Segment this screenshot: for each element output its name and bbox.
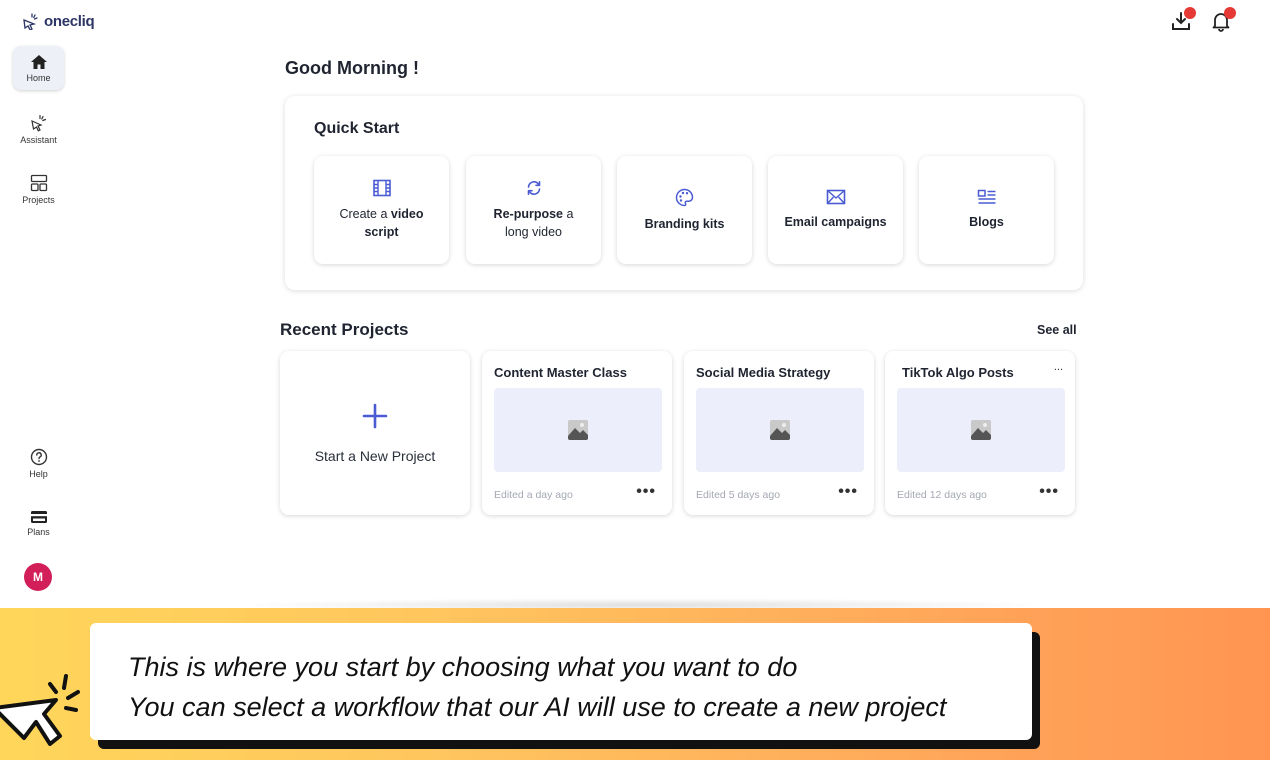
sidebar-item-plans[interactable]: Plans [13,501,64,545]
quick-start-label: Email campaigns [784,215,887,229]
start-new-project-button[interactable]: Start a New Project [280,351,470,515]
sidebar: Home Assistant Projects Help Plans M [0,0,78,608]
section-title: Recent Projects [280,320,409,339]
quick-start-repurpose-video[interactable]: Re-purpose a long video [466,156,601,264]
sidebar-item-label: Home [26,72,51,83]
more-options-icon[interactable]: ••• [636,483,656,501]
quick-start-email-campaigns[interactable]: Email campaigns [768,156,903,264]
project-name: Social Media Strategy [696,365,831,380]
see-all-link[interactable]: See all [1037,323,1077,337]
sparkle-cursor-icon [30,114,46,132]
image-placeholder-icon [770,420,790,440]
section-title: Quick Start [314,120,400,137]
notification-badge [1184,7,1196,19]
quick-start-label: Re-purpose a long video [493,207,574,239]
project-name: Content Master Class [494,365,627,380]
project-edited-time: Edited 12 days ago [897,489,987,501]
quick-start-branding-kits[interactable]: Branding kits [617,156,752,264]
quick-start-panel: Quick Start Create a video script Re-purp… [285,96,1083,290]
film-icon [372,179,391,197]
project-thumbnail [494,388,662,472]
quick-start-video-script[interactable]: Create a video script [314,156,449,264]
cursor-click-icon [0,674,80,746]
project-thumbnail [696,388,864,472]
more-options-icon[interactable]: ••• [1039,483,1059,501]
refresh-icon [527,181,540,195]
caption-line-2: You can select a workflow that our AI wi… [128,692,947,722]
sidebar-item-label: Help [29,468,48,479]
download-tray-icon[interactable] [1170,7,1196,32]
more-options-icon[interactable]: ... [1054,361,1063,373]
quick-start-label: Blogs [969,215,1004,229]
credit-card-icon [30,510,47,523]
page-title: Good Morning ! [285,58,419,78]
project-edited-time: Edited a day ago [494,489,573,501]
topbar-actions [1170,7,1236,32]
article-icon [977,189,995,204]
sidebar-item-projects[interactable]: Projects [13,167,64,211]
notification-badge [1224,7,1236,19]
project-card[interactable]: TikTok Algo Posts ... Edited 12 days ago… [885,351,1075,515]
layout-icon [30,174,47,191]
quick-start-label: Branding kits [644,216,725,231]
sidebar-item-label: Plans [27,526,50,537]
avatar-initial: M [33,570,43,584]
quick-start-label: Create a video script [339,207,424,239]
sidebar-item-help[interactable]: Help [13,441,64,485]
sidebar-item-assistant[interactable]: Assistant [13,107,64,151]
palette-icon [675,188,694,206]
image-placeholder-icon [971,420,991,440]
sidebar-item-label: Assistant [20,134,57,145]
more-options-icon[interactable]: ••• [838,483,858,501]
envelope-icon [826,189,845,205]
bell-icon[interactable] [1210,7,1236,32]
plus-icon [362,402,388,434]
avatar[interactable]: M [24,563,52,591]
question-circle-icon [30,448,47,465]
caption-line-1: This is where you start by choosing what… [128,652,798,682]
project-thumbnail [897,388,1065,472]
project-edited-time: Edited 5 days ago [696,489,781,501]
new-project-label: Start a New Project [314,448,436,464]
project-card[interactable]: Content Master Class Edited a day ago ••… [482,351,672,515]
sidebar-item-label: Projects [22,194,55,205]
sidebar-item-home[interactable]: Home [13,46,64,90]
project-card[interactable]: Social Media Strategy Edited 5 days ago … [684,351,874,515]
project-name: TikTok Algo Posts [902,365,1014,380]
quick-start-blogs[interactable]: Blogs [919,156,1054,264]
image-placeholder-icon [568,420,588,440]
caption-box: This is where you start by choosing what… [90,623,1032,740]
home-icon [30,54,47,69]
